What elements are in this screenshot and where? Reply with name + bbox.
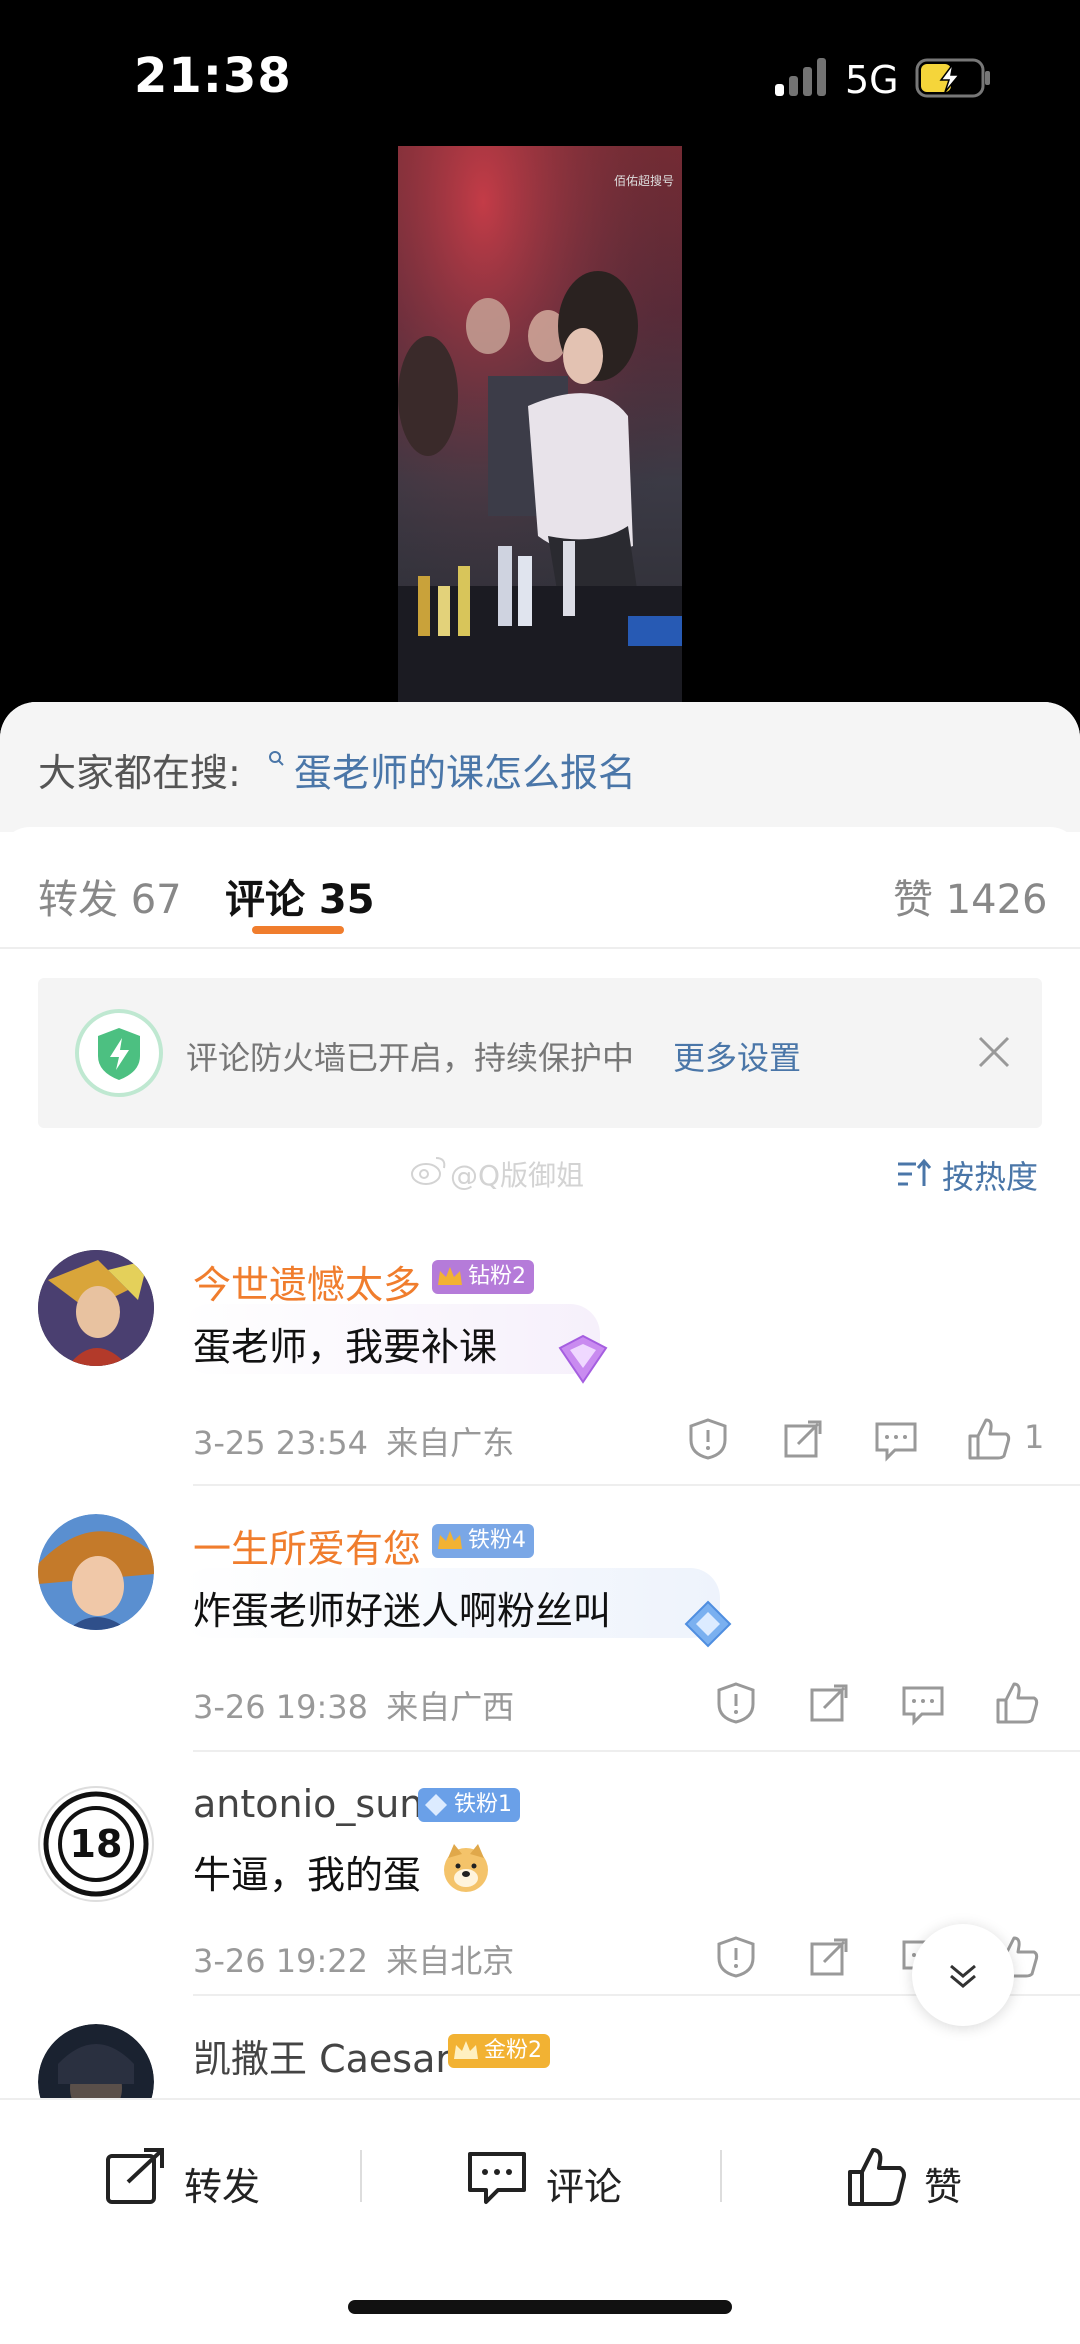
comment-time: 3-26 19:38 [193,1688,369,1726]
comment-button[interactable]: 评论 [466,2146,636,2216]
report-icon[interactable] [713,1934,759,1980]
chevron-down-icon [950,1964,976,1988]
search-icon [268,750,286,772]
badge-label: 铁粉1 [454,1792,512,1817]
like-label: 赞 [924,2165,963,2209]
comment-firewall-notice: 评论防火墙已开启，持续保护中 更多设置 [38,978,1042,1128]
active-tab-indicator [252,926,344,934]
repost-label: 转发 [184,2165,261,2209]
comment-time: 3-25 23:54 [193,1424,369,1462]
username[interactable]: 凯撒王 Caesar [193,2028,451,2083]
comment-item: 一生所爱有您 铁粉4 炸蛋老师好迷人啊粉丝叫 3-26 19:38 来自广西 [0,1508,1080,1768]
divider [193,1750,1080,1752]
gem-icon [548,1330,618,1394]
username[interactable]: antonio_sun [193,1782,423,1826]
comment-icon [468,2152,526,2204]
gem-icon [676,1594,740,1658]
trending-search-banner[interactable]: 大家都在搜: 蛋老师的课怎么报名 [0,702,1080,832]
fan-badge: 铁粉4 [432,1524,534,1558]
doge-emoji-icon [440,1842,492,1898]
share-icon[interactable] [806,1934,852,1980]
comment-location: 来自北京 [386,1942,515,1980]
repost-button[interactable]: 转发 [104,2146,274,2216]
comment-location: 来自广西 [386,1688,515,1726]
comment-meta: 3-26 19:22 来自北京 [193,1936,514,1982]
username[interactable]: 今世遗憾太多 [193,1254,421,1309]
fan-badge: 金粉2 [448,2034,550,2068]
search-query-link[interactable]: 蛋老师的课怎么报名 [294,742,636,797]
like-count: 1 [1024,1418,1045,1456]
scroll-down-button[interactable] [912,1924,1014,2026]
tab-bar: 转发 67 评论 35 赞 1426 [0,827,1080,949]
comment-text: 牛逼，我的蛋 [193,1853,422,1897]
search-prefix: 大家都在搜: [38,751,241,795]
report-icon[interactable] [713,1680,759,1726]
avatar[interactable] [38,1514,154,1630]
share-icon[interactable] [806,1680,852,1726]
reply-icon[interactable] [873,1416,919,1462]
repost-icon [106,2148,164,2204]
video-player[interactable]: 佰佑超搜号 [398,146,682,706]
like-icon[interactable] [994,1680,1040,1726]
fan-badge: 铁粉1 [418,1788,520,1822]
avatar[interactable]: 18 [38,1786,154,1902]
badge-label: 金粉2 [484,2038,542,2063]
tab-repost[interactable]: 转发 67 [38,867,182,925]
avatar-number: 18 [69,1822,123,1866]
reply-icon[interactable] [900,1680,946,1726]
badge-label: 钻粉2 [468,1264,526,1289]
badge-label: 铁粉4 [468,1528,526,1553]
divider [193,1484,1080,1486]
tab-likes[interactable]: 赞 1426 [893,867,1048,925]
weibo-watermark-icon [410,1154,448,1190]
network-type: 5G [845,58,899,102]
firewall-text: 评论防火墙已开启，持续保护中 [186,1039,635,1077]
comment-text: 蛋老师，我要补课 [193,1325,498,1369]
sort-by-hot-button[interactable]: 按热度 [942,1152,1038,1198]
comment-meta: 3-26 19:38 来自广西 [193,1682,514,1728]
signal-icon [775,58,831,98]
username[interactable]: 一生所爱有您 [193,1518,421,1573]
home-indicator [348,2300,732,2314]
fan-badge: 钻粉2 [432,1260,534,1294]
comment-location: 来自广东 [386,1424,515,1462]
tab-comments[interactable]: 评论 35 [225,867,375,925]
crown-icon [438,1267,462,1285]
comment-item: 今世遗憾太多 钻粉2 蛋老师，我要补课 3-25 23:54 来自广东 1 [0,1244,1080,1504]
report-icon[interactable] [685,1416,731,1462]
watermark-text: @Q版御姐 [450,1159,585,1192]
thumbs-up-icon [848,2148,906,2206]
comments-sheet: 大家都在搜: 蛋老师的课怎么报名 转发 67 评论 35 赞 1426 评论防火… [0,702,1080,2342]
like-button[interactable]: 赞 [846,2146,986,2216]
battery-icon [915,58,993,102]
like-icon[interactable] [966,1416,1012,1462]
avatar[interactable] [38,1250,154,1366]
status-time: 21:38 [134,48,292,104]
crown-icon [454,2041,478,2059]
separator [720,2150,722,2202]
comment-label: 评论 [546,2165,623,2209]
shield-icon [74,1008,164,1102]
video-watermark: 佰佑超搜号 [613,174,674,188]
close-icon[interactable] [976,1034,1012,1074]
crown-icon [438,1531,462,1549]
comment-text: 炸蛋老师好迷人啊粉丝叫 [193,1589,612,1633]
comment-time: 3-26 19:22 [193,1942,369,1980]
sort-icon[interactable] [896,1158,932,1194]
more-settings-link[interactable]: 更多设置 [673,1033,801,1079]
separator [360,2150,362,2202]
comment-meta: 3-25 23:54 来自广东 [193,1418,514,1464]
diamond-icon [425,1794,447,1816]
share-icon[interactable] [780,1416,826,1462]
